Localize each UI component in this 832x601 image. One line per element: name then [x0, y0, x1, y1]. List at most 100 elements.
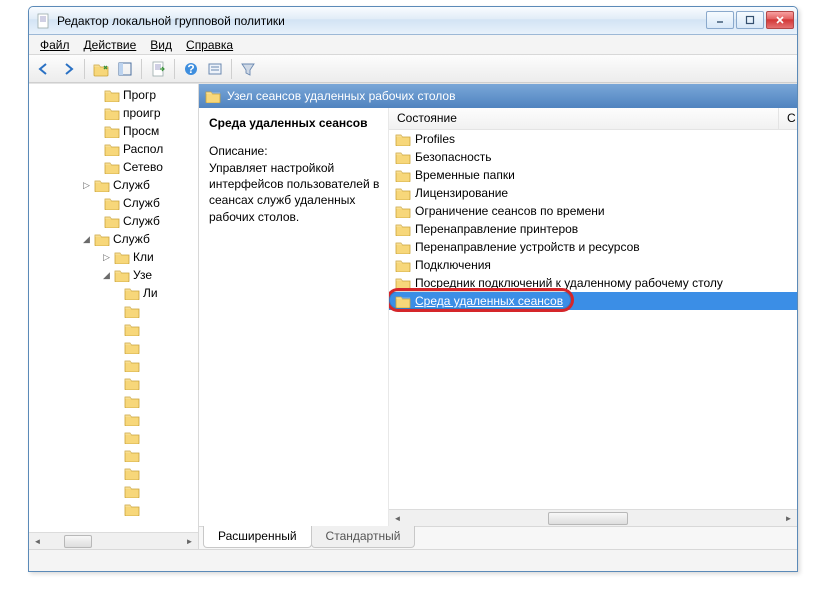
filter-button[interactable] [237, 58, 259, 80]
list-item[interactable]: Временные папки [389, 166, 797, 184]
properties-button[interactable] [204, 58, 226, 80]
tree-item[interactable] [29, 374, 198, 392]
tree-toggle-icon[interactable]: ▷ [101, 252, 112, 263]
list-item[interactable]: Ограничение сеансов по времени [389, 202, 797, 220]
tree-item[interactable]: Прогр [29, 86, 198, 104]
tree-item[interactable]: Ли [29, 284, 198, 302]
list-item[interactable]: Безопасность [389, 148, 797, 166]
tree-toggle-icon[interactable] [111, 306, 122, 317]
toolbar: ? [29, 55, 797, 83]
tree-toggle-icon[interactable]: ▷ [81, 180, 92, 191]
scroll-right-icon[interactable] [181, 533, 198, 550]
up-button[interactable] [90, 58, 112, 80]
col-s[interactable]: С [779, 108, 797, 129]
tree-label: Служб [113, 178, 150, 192]
tree-item[interactable]: Просм [29, 122, 198, 140]
tree-toggle-icon[interactable] [111, 486, 122, 497]
list-item[interactable]: Перенаправление принтеров [389, 220, 797, 238]
tree-toggle-icon[interactable] [91, 162, 102, 173]
tree-item[interactable] [29, 464, 198, 482]
svg-text:?: ? [187, 62, 194, 76]
folder-icon [94, 178, 110, 192]
tree-toggle-icon[interactable] [91, 198, 102, 209]
list-item[interactable]: Лицензирование [389, 184, 797, 202]
scroll-thumb[interactable] [64, 535, 92, 548]
menu-view[interactable]: Вид [143, 36, 179, 54]
tree-toggle-icon[interactable] [111, 378, 122, 389]
tree-toggle-icon[interactable] [111, 504, 122, 515]
tree[interactable]: ПрогрпроигрПросмРасполСетево▷СлужбСлужбС… [29, 84, 198, 532]
help-button[interactable]: ? [180, 58, 202, 80]
scroll-right-icon[interactable] [780, 510, 797, 527]
tree-item[interactable] [29, 338, 198, 356]
tree-item[interactable]: ▷ Служб [29, 176, 198, 194]
tree-item[interactable]: проигр [29, 104, 198, 122]
tree-toggle-icon[interactable]: ◢ [101, 270, 112, 281]
list-header[interactable]: Состояние С [389, 108, 797, 130]
tree-label: проигр [123, 106, 161, 120]
tab-standard[interactable]: Стандартный [311, 526, 416, 548]
tree-toggle-icon[interactable] [111, 414, 122, 425]
tree-item[interactable] [29, 356, 198, 374]
tree-hscrollbar[interactable] [29, 532, 198, 549]
tree-item[interactable] [29, 428, 198, 446]
tree-toggle-icon[interactable]: ◢ [81, 234, 92, 245]
tree-item[interactable]: Служб [29, 194, 198, 212]
tree-item[interactable] [29, 482, 198, 500]
tree-toggle-icon[interactable] [91, 144, 102, 155]
tree-item[interactable] [29, 446, 198, 464]
list-item[interactable]: Profiles [389, 130, 797, 148]
list-item[interactable]: Посредник подключений к удаленному рабоч… [389, 274, 797, 292]
scroll-track[interactable] [406, 510, 780, 526]
tree-item[interactable] [29, 320, 198, 338]
tree-toggle-icon[interactable] [111, 324, 122, 335]
tree-item[interactable]: Служб [29, 212, 198, 230]
tree-toggle-icon[interactable] [91, 126, 102, 137]
path-bar: Узел сеансов удаленных рабочих столов [199, 84, 797, 108]
tree-toggle-icon[interactable] [111, 288, 122, 299]
tree-toggle-icon[interactable] [111, 468, 122, 479]
tree-toggle-icon[interactable] [91, 90, 102, 101]
folder-icon [395, 150, 411, 164]
tree-item[interactable] [29, 392, 198, 410]
list-hscrollbar[interactable] [389, 509, 797, 526]
tree-toggle-icon[interactable] [111, 432, 122, 443]
folder-icon [114, 250, 130, 264]
maximize-button[interactable] [736, 11, 764, 29]
tree-item[interactable] [29, 500, 198, 518]
menu-action[interactable]: Действие [77, 36, 144, 54]
back-button[interactable] [33, 58, 55, 80]
tree-toggle-icon[interactable] [111, 360, 122, 371]
export-button[interactable] [147, 58, 169, 80]
tree-toggle-icon[interactable] [91, 216, 102, 227]
tree-item[interactable]: Распол [29, 140, 198, 158]
scroll-left-icon[interactable] [29, 533, 46, 550]
tree-item[interactable]: Сетево [29, 158, 198, 176]
scroll-left-icon[interactable] [389, 510, 406, 527]
tree-item[interactable] [29, 302, 198, 320]
tree-item[interactable]: ▷Кли [29, 248, 198, 266]
minimize-button[interactable] [706, 11, 734, 29]
folder-icon [114, 268, 130, 282]
tree-toggle-icon[interactable] [111, 450, 122, 461]
list-item[interactable]: Подключения [389, 256, 797, 274]
list-item[interactable]: Среда удаленных сеансов [389, 292, 797, 310]
scroll-thumb[interactable] [548, 512, 628, 525]
tree-toggle-icon[interactable] [91, 108, 102, 119]
tree-item[interactable] [29, 410, 198, 428]
folder-icon [395, 240, 411, 254]
tree-toggle-icon[interactable] [111, 396, 122, 407]
forward-button[interactable] [57, 58, 79, 80]
close-button[interactable] [766, 11, 794, 29]
folder-icon [395, 132, 411, 146]
tree-item[interactable]: ◢Служб [29, 230, 198, 248]
list-item[interactable]: Перенаправление устройств и ресурсов [389, 238, 797, 256]
tree-toggle-icon[interactable] [111, 342, 122, 353]
menu-help[interactable]: Справка [179, 36, 240, 54]
tree-item[interactable]: ◢Узе [29, 266, 198, 284]
tab-extended[interactable]: Расширенный [203, 526, 312, 548]
menu-file[interactable]: Файл [33, 36, 77, 54]
folder-icon [124, 322, 140, 336]
col-state[interactable]: Состояние [389, 108, 779, 129]
showtree-button[interactable] [114, 58, 136, 80]
